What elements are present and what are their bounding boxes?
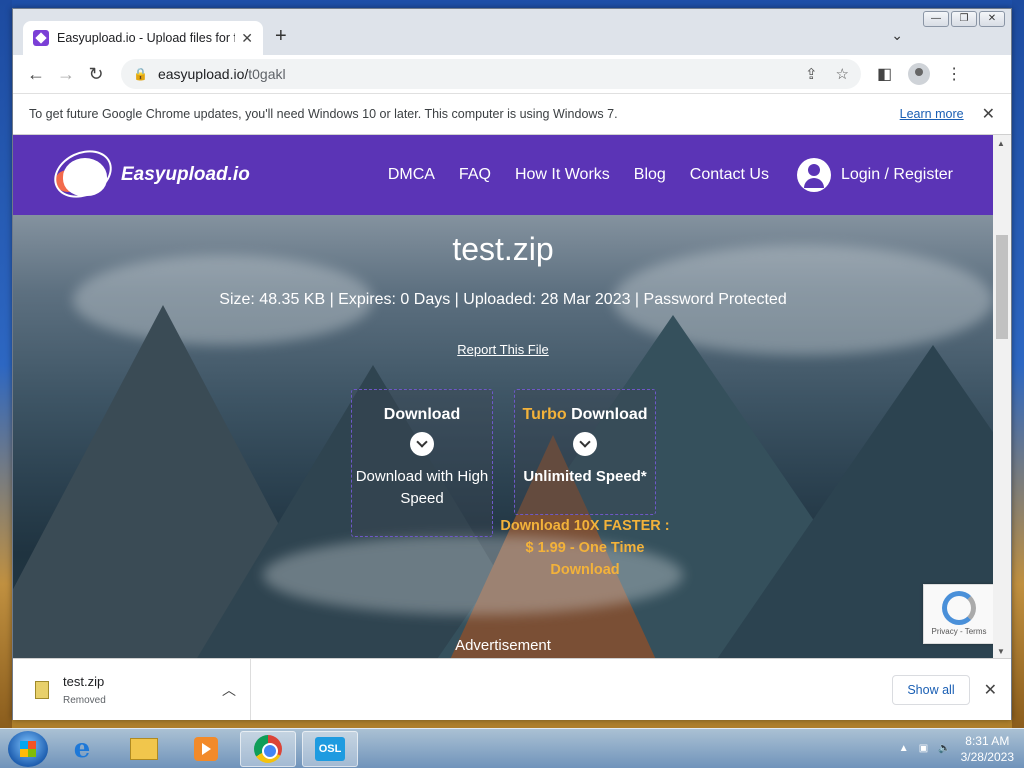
chrome-icon — [254, 734, 282, 763]
file-name-title: test.zip — [452, 231, 554, 267]
logo-text: Easyupload.io — [121, 164, 250, 185]
folder-icon — [130, 737, 158, 760]
network-icon[interactable]: ▣ — [919, 743, 928, 754]
lock-icon[interactable]: 🔒 — [133, 67, 148, 81]
chevron-down-icon — [410, 432, 434, 456]
login-register-button[interactable]: Login / Register — [796, 158, 953, 192]
desktop-left — [0, 0, 12, 730]
clock-time: 8:31 AM — [965, 733, 1010, 748]
window-controls: — ❐ ✕ — [923, 11, 1005, 27]
close-window-button[interactable]: ✕ — [979, 11, 1005, 27]
back-arrow-icon[interactable]: ← — [21, 59, 51, 89]
taskbar: e OSL ▲ ▣ 🔈 8:31 AM 3/28/2023 — [0, 728, 1024, 768]
reload-icon[interactable]: ↻ — [81, 59, 111, 89]
taskbar-chrome[interactable] — [240, 730, 296, 767]
advertisement-label: Advertisement — [455, 637, 551, 654]
update-infobar: To get future Google Chrome updates, you… — [13, 93, 1011, 135]
nav-how-it-works[interactable]: How It Works — [515, 166, 610, 184]
nav-blog[interactable]: Blog — [634, 166, 666, 184]
turbo-subtitle: Unlimited Speed* — [523, 468, 647, 485]
taskbar-ie[interactable]: e — [54, 731, 110, 767]
page-scrollbar[interactable]: ▲ ▼ — [993, 135, 1011, 658]
login-register-label: Login / Register — [840, 166, 953, 183]
url-host: easyupload.io/ — [157, 66, 249, 82]
forward-arrow-icon[interactable]: → — [51, 59, 81, 89]
browser-window: Easyupload.io - Upload files for fr ✕ + … — [12, 8, 1012, 720]
turbo-title-rest: Download — [566, 406, 648, 423]
chevron-down-icon — [573, 432, 597, 456]
volume-muted-icon[interactable]: 🔈 — [938, 743, 950, 754]
osl-app-icon: OSL — [315, 736, 345, 761]
site-logo[interactable]: Easyupload.io — [46, 141, 250, 207]
download-item-status: Removed — [63, 694, 106, 706]
tab-search-chevron-icon[interactable]: ⌄ — [891, 27, 903, 44]
browser-toolbar: ← → ↻ 🔒 easyupload.io/t0gakl ⇪ ☆ ◧ ⋮ — [13, 55, 1011, 93]
turbo-promo-text: Download 10X FASTER : $ 1.99 - One Time … — [500, 518, 670, 578]
recaptcha-badge[interactable]: Privacy - Terms — [923, 584, 993, 644]
maximize-button[interactable]: ❐ — [951, 11, 977, 27]
zip-file-icon — [35, 680, 49, 699]
address-bar[interactable]: 🔒 easyupload.io/t0gakl ⇪ ☆ — [121, 59, 861, 89]
menu-dots-icon[interactable]: ⋮ — [946, 64, 962, 84]
taskbar-osl[interactable]: OSL — [302, 730, 358, 767]
download-title: Download — [383, 406, 461, 423]
shelf-close-icon[interactable]: ✕ — [984, 680, 997, 700]
learn-more-link[interactable]: Learn more — [900, 107, 964, 121]
clock[interactable]: 8:31 AM 3/28/2023 — [961, 733, 1014, 765]
clock-date: 3/28/2023 — [960, 749, 1014, 764]
share-icon[interactable]: ⇪ — [805, 65, 818, 83]
scrollbar-thumb[interactable] — [996, 235, 1008, 339]
tab-close-icon[interactable]: ✕ — [241, 30, 253, 47]
desktop-right — [1012, 0, 1024, 730]
taskbar-media-player[interactable] — [178, 731, 234, 767]
page-viewport: Easyupload.io DMCA FAQ How It Works Blog… — [13, 135, 993, 658]
system-tray: ▲ ▣ 🔈 8:31 AM 3/28/2023 — [899, 733, 1014, 765]
cloud-logo-icon — [46, 141, 120, 207]
file-meta: Size: 48.35 KB | Expires: 0 Days | Uploa… — [219, 291, 787, 308]
profile-avatar-icon[interactable] — [908, 63, 931, 85]
minimize-button[interactable]: — — [923, 11, 949, 27]
bookmark-star-icon[interactable]: ☆ — [836, 65, 849, 83]
side-panel-icon[interactable]: ◧ — [877, 64, 892, 84]
turbo-download-button[interactable]: Turbo Download Unlimited Speed* — [514, 389, 656, 515]
new-tab-button[interactable]: + — [275, 25, 287, 48]
tab-title: Easyupload.io - Upload files for fr — [57, 31, 236, 45]
tab-strip: Easyupload.io - Upload files for fr ✕ + … — [13, 9, 1011, 55]
recaptcha-terms: Privacy - Terms — [931, 627, 987, 636]
site-header: Easyupload.io DMCA FAQ How It Works Blog… — [13, 135, 993, 215]
site-nav: DMCA FAQ How It Works Blog Contact Us Lo… — [388, 158, 953, 192]
download-item[interactable]: test.zip Removed ︿ — [13, 659, 251, 720]
nav-faq[interactable]: FAQ — [459, 166, 491, 184]
scroll-down-icon[interactable]: ▼ — [997, 647, 1005, 656]
media-player-icon — [194, 736, 218, 761]
download-shelf: test.zip Removed ︿ Show all ✕ — [13, 658, 1011, 720]
easyupload-favicon-icon — [33, 30, 49, 46]
taskbar-explorer[interactable] — [116, 731, 172, 767]
infobar-close-icon[interactable]: ✕ — [982, 104, 995, 124]
start-button[interactable] — [8, 730, 48, 767]
show-all-button[interactable]: Show all — [892, 674, 970, 705]
tab-easyupload[interactable]: Easyupload.io - Upload files for fr ✕ — [23, 21, 263, 55]
download-subtitle: Download with High Speed — [355, 468, 489, 507]
turbo-accent: Turbo — [522, 406, 567, 423]
internet-explorer-icon: e — [73, 733, 91, 764]
scroll-up-icon[interactable]: ▲ — [997, 139, 1005, 148]
chevron-up-icon[interactable]: ︿ — [222, 680, 236, 700]
tray-expand-icon[interactable]: ▲ — [899, 743, 909, 754]
download-item-name: test.zip — [63, 673, 105, 689]
download-button[interactable]: Download Download with High Speed — [351, 389, 493, 537]
url-path: t0gakl — [248, 66, 286, 82]
infobar-message: To get future Google Chrome updates, you… — [29, 107, 618, 121]
nav-dmca[interactable]: DMCA — [388, 166, 435, 184]
recaptcha-icon — [942, 591, 976, 625]
user-avatar-icon — [796, 158, 831, 192]
report-file-link[interactable]: Report This File — [13, 342, 993, 357]
nav-contact-us[interactable]: Contact Us — [690, 166, 769, 184]
